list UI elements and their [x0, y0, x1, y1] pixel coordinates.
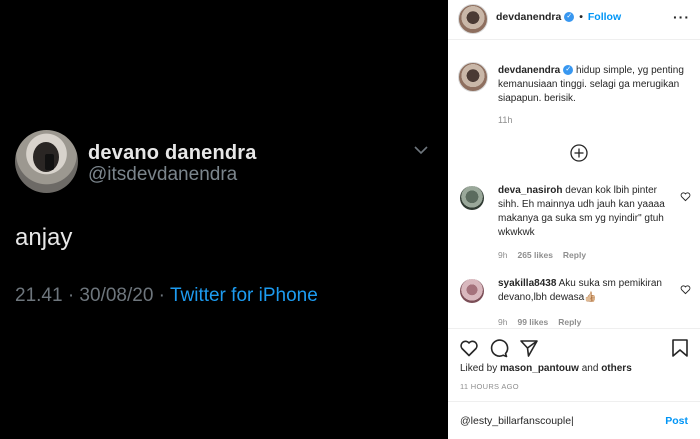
comment-meta: 9h 99 likes Reply	[498, 317, 581, 327]
follow-button[interactable]: Follow	[588, 11, 621, 23]
caption-avatar[interactable]	[458, 62, 488, 92]
bookmark-icon[interactable]	[670, 338, 690, 358]
comment-username[interactable]: syakilla8438	[498, 278, 556, 289]
comment-meta: 9h 265 likes Reply	[498, 250, 586, 260]
reply-button[interactable]: Reply	[558, 317, 581, 327]
like-heart-icon[interactable]	[459, 338, 479, 358]
comment-item: syakilla8438 Aku suka sm pemikiran devan…	[498, 277, 678, 305]
comment-bar: @lesty_billarfanscouple| Post	[448, 401, 700, 439]
tweet-panel: devano danendra @itsdevdanendra anjay 21…	[0, 0, 448, 439]
verified-badge-icon: ✓	[564, 12, 575, 23]
verified-badge-icon: ✓	[563, 65, 574, 76]
avatar[interactable]	[458, 4, 488, 34]
tweet-text: anjay	[15, 224, 73, 251]
reply-button[interactable]: Reply	[563, 250, 586, 260]
caption: devdanendra ✓ hidup simple, yg penting ke…	[498, 64, 694, 106]
post-time: 11 HOURS AGO	[460, 382, 519, 391]
share-paper-plane-icon[interactable]	[519, 338, 539, 358]
liked-by-prefix: Liked by	[460, 363, 501, 374]
tweet-avatar[interactable]	[15, 130, 78, 193]
comment-likes[interactable]: 99 likes	[517, 317, 548, 327]
comment-bubble-icon[interactable]	[489, 338, 509, 358]
load-more-comments-icon[interactable]	[570, 144, 588, 162]
comment-time: 9h	[498, 317, 508, 327]
tweet-meta: 21.41 · 30/08/20 · Twitter for iPhone	[15, 285, 318, 307]
separator-dot: •	[576, 11, 586, 23]
liked-by-user[interactable]: mason_pantouw	[500, 363, 579, 374]
tweet-source-link[interactable]: Twitter for iPhone	[170, 285, 318, 306]
chevron-down-icon[interactable]	[414, 145, 428, 155]
liked-by-and: and	[578, 363, 602, 374]
header-user: devdanendra ✓ • Follow	[496, 11, 621, 23]
post-header: devdanendra ✓ • Follow ···	[448, 0, 700, 40]
caption-username[interactable]: devdanendra	[498, 65, 560, 76]
comment-input[interactable]: @lesty_billarfanscouple|	[460, 415, 640, 427]
comment-avatar[interactable]	[460, 279, 484, 303]
comment-username[interactable]: deva_nasiroh	[498, 185, 562, 196]
heart-icon[interactable]	[680, 284, 691, 295]
post-button[interactable]: Post	[665, 415, 688, 427]
more-options-icon[interactable]: ···	[673, 9, 690, 25]
liked-by: Liked by mason_pantouw and others	[460, 363, 632, 374]
instagram-panel: devdanendra ✓ • Follow ··· devdanendra ✓ h…	[448, 0, 700, 439]
tweet-datetime: 21.41 · 30/08/20 ·	[15, 285, 170, 306]
heart-icon[interactable]	[680, 191, 691, 202]
liked-by-others[interactable]: others	[601, 363, 632, 374]
comment-time: 9h	[498, 250, 508, 260]
tweet-display-name[interactable]: devano danendra	[88, 142, 257, 165]
caption-time: 11h	[498, 115, 513, 125]
comment-item: deva_nasiroh devan kok lbih pinter sihh.…	[498, 184, 678, 240]
comment-avatar[interactable]	[460, 186, 484, 210]
tweet-handle[interactable]: @itsdevdanendra	[88, 164, 237, 186]
header-username[interactable]: devdanendra	[496, 11, 561, 23]
comment-likes[interactable]: 265 likes	[517, 250, 552, 260]
